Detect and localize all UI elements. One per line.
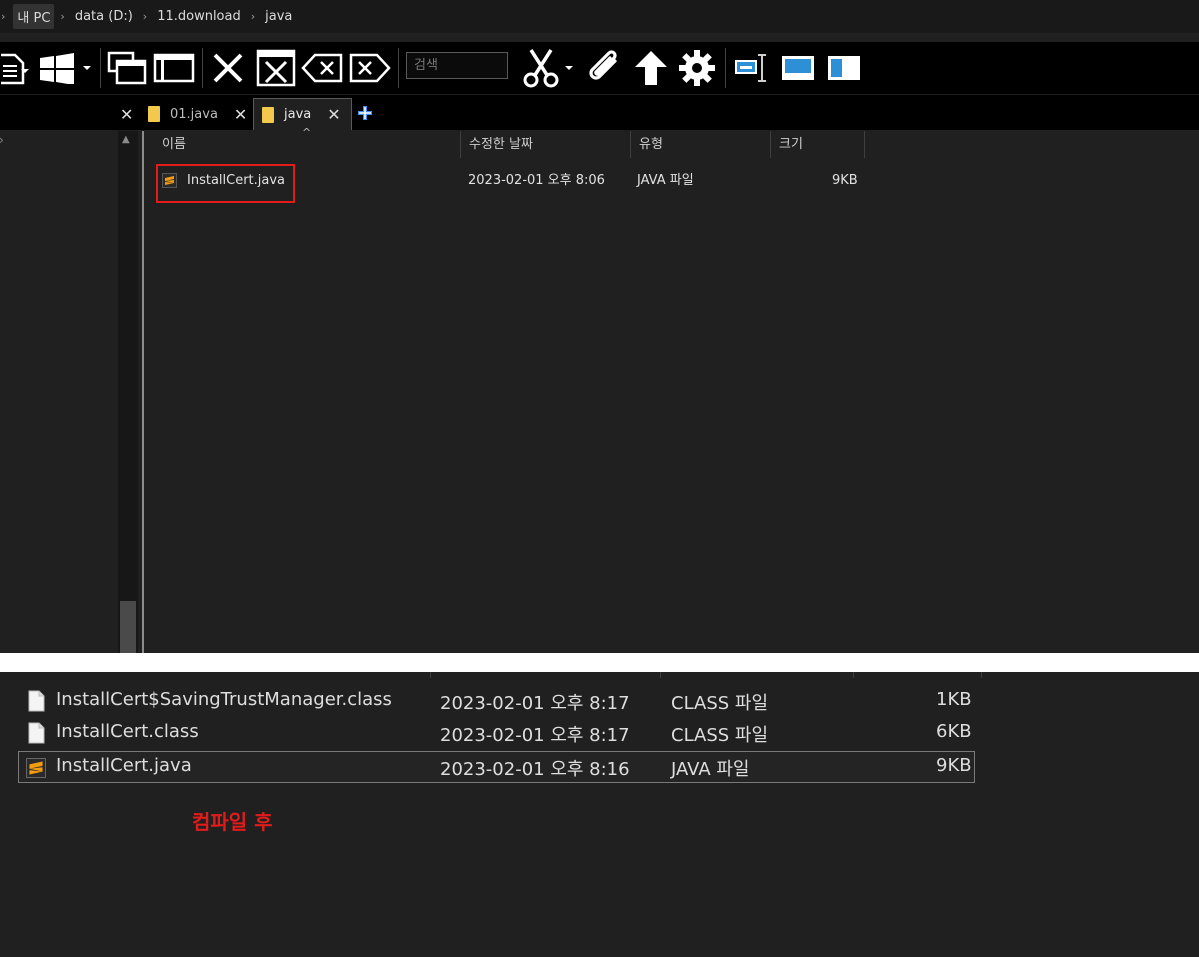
chevron-right-icon[interactable]: › <box>0 133 4 147</box>
document-icon <box>28 722 45 744</box>
file-type: JAVA 파일 <box>637 173 694 188</box>
arrow-up-icon[interactable] <box>630 42 672 94</box>
tab-bar: ✕ 01.java ✕ java ✕ <box>0 95 1199 130</box>
close-window-icon[interactable] <box>254 42 298 94</box>
plus-icon <box>358 106 372 120</box>
file-name: InstallCert.class <box>56 721 199 742</box>
add-tab-button[interactable] <box>356 104 376 124</box>
scissors-icon[interactable] <box>520 42 578 94</box>
column-separator <box>430 672 431 678</box>
image-divider <box>0 653 1199 672</box>
tab-label: java <box>284 107 312 122</box>
layout-horizontal-icon[interactable] <box>778 42 818 94</box>
file-date: 2023-02-01 오후 8:17 <box>440 693 630 714</box>
file-row-installcert-class[interactable]: InstallCert.class 2023-02-01 오후 8:17 CLA… <box>18 717 975 749</box>
column-header-name[interactable]: 이름 <box>154 131 461 158</box>
tab-01-java[interactable]: 01.java ✕ <box>140 98 253 130</box>
new-file-icon[interactable] <box>0 42 32 94</box>
column-resize-icon[interactable] <box>732 42 772 94</box>
file-list: ^ 이름 수정한 날짜 유형 크기 InstallCert.java 2023-… <box>144 126 1199 653</box>
breadcrumb-item-my-pc[interactable]: 내 PC <box>13 4 55 29</box>
column-header-type[interactable]: 유형 <box>631 131 771 158</box>
gear-icon[interactable] <box>676 42 718 94</box>
close-icon[interactable] <box>208 42 248 94</box>
delete-forward-icon[interactable] <box>348 42 392 94</box>
close-icon[interactable]: ✕ <box>120 105 133 124</box>
chevron-right-icon[interactable]: › <box>137 10 153 23</box>
column-separator <box>981 672 982 678</box>
tab-label: 01.java <box>170 106 218 122</box>
breadcrumb: › 내 PC › data (D:) › 11.download › java <box>0 0 1199 33</box>
backspace-icon[interactable] <box>300 42 344 94</box>
file-row-installcert-java-selected[interactable]: InstallCert.java 2023-02-01 오후 8:16 JAVA… <box>18 751 975 783</box>
column-header-date[interactable]: 수정한 날짜 <box>461 131 631 158</box>
window-cascade-icon[interactable] <box>106 42 148 94</box>
file-list-after: InstallCert$SavingTrustManager.class 202… <box>0 672 1199 957</box>
sublime-text-icon <box>26 758 46 778</box>
windows-icon[interactable] <box>36 42 94 94</box>
search-input[interactable] <box>406 52 508 79</box>
file-name: InstallCert$SavingTrustManager.class <box>56 689 392 710</box>
chevron-up-icon[interactable]: ▲ <box>122 134 130 145</box>
folder-icon <box>148 106 160 122</box>
file-type: JAVA 파일 <box>671 759 750 780</box>
file-date: 2023-02-01 오후 8:17 <box>440 725 630 746</box>
file-date: 2023-02-01 오후 8:06 <box>468 173 605 188</box>
file-row-savingtrustmanager-class[interactable]: InstallCert$SavingTrustManager.class 202… <box>18 685 975 717</box>
scrollbar-thumb[interactable] <box>120 601 136 653</box>
close-icon[interactable]: ✕ <box>327 105 340 124</box>
annotation-text: 컴파일 후 <box>192 810 273 834</box>
column-separator <box>660 672 661 678</box>
navigation-pane[interactable]: › <box>0 131 118 653</box>
file-date: 2023-02-01 오후 8:16 <box>440 759 630 780</box>
window-panel-icon[interactable] <box>152 42 196 94</box>
toolbar-separator <box>398 48 399 88</box>
breadcrumb-item-java[interactable]: java <box>261 6 296 27</box>
breadcrumb-item-drive[interactable]: data (D:) <box>71 6 137 27</box>
tab-close-button[interactable]: ✕ <box>120 98 140 130</box>
file-size: 9KB <box>832 173 858 188</box>
column-header-size[interactable]: 크기 <box>771 131 865 158</box>
toolbar <box>0 42 1199 94</box>
file-size: 1KB <box>936 689 972 710</box>
chevron-right-icon[interactable]: › <box>245 10 261 23</box>
layout-vertical-icon[interactable] <box>824 42 864 94</box>
file-type: CLASS 파일 <box>671 725 769 746</box>
close-icon[interactable]: ✕ <box>234 105 247 124</box>
breadcrumb-item-download[interactable]: 11.download <box>153 6 245 27</box>
paperclip-icon[interactable] <box>582 42 626 94</box>
toolbar-separator <box>202 48 203 88</box>
folder-icon <box>262 106 274 123</box>
file-name: InstallCert.java <box>56 755 192 776</box>
column-separator <box>853 672 854 678</box>
chevron-right-icon[interactable]: › <box>54 10 70 23</box>
file-size: 6KB <box>936 721 972 742</box>
toolbar-separator <box>100 48 101 88</box>
file-size: 9KB <box>936 755 972 776</box>
file-type: CLASS 파일 <box>671 693 769 714</box>
document-icon <box>28 690 45 712</box>
toolbar-separator <box>725 48 726 88</box>
chevron-right-icon: › <box>1 10 6 23</box>
scrollbar[interactable]: ▲ <box>118 131 138 653</box>
highlight-box <box>156 164 295 203</box>
